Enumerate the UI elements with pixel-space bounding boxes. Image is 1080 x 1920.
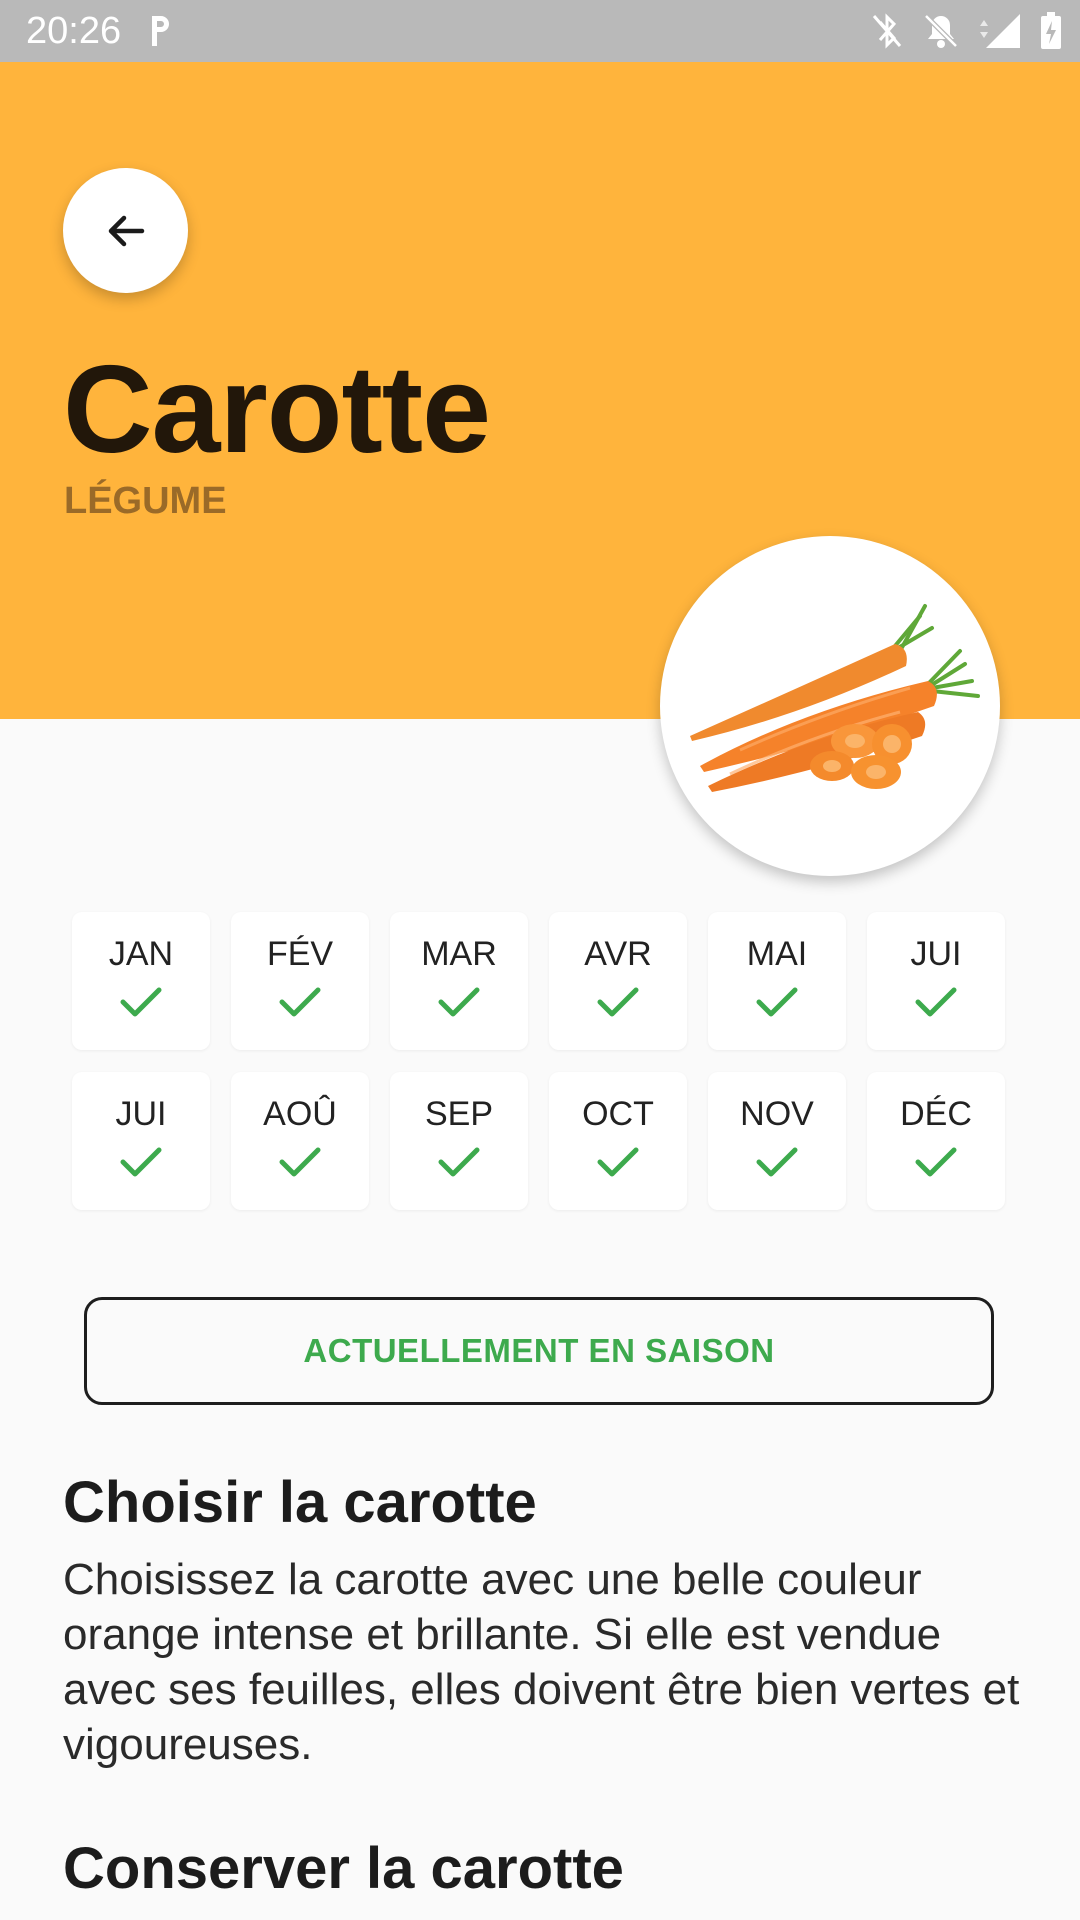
parking-app-icon [152,16,169,46]
checkmark-icon [597,1147,639,1177]
month-label: NOV [740,1095,814,1133]
status-icons [870,10,1062,52]
season-calendar: JAN FÉV MAR AVR MAI JUI JUI AOÛ SEP OCT NOV DÉC [72,912,1008,1210]
month-cell[interactable]: FÉV [231,912,369,1050]
month-label: OCT [582,1095,654,1133]
battery-charging-icon [1041,12,1061,49]
month-label: SEP [424,1095,494,1133]
checkmark-icon [756,987,798,1017]
checkmark-icon [915,987,957,1017]
page-title: Carotte [63,341,491,479]
carrot-image [660,536,1000,876]
notifications-off-icon [924,14,958,48]
month-cell[interactable]: AVR [549,912,687,1050]
month-cell[interactable]: DÉC [867,1072,1005,1210]
bluetooth-icon [872,13,902,49]
month-label: MAI [746,935,808,973]
month-label: JUI [115,1095,167,1133]
month-cell[interactable]: JUI [72,1072,210,1210]
month-label: JAN [108,935,174,973]
checkmark-icon [120,1147,162,1177]
month-cell[interactable]: AOÛ [231,1072,369,1210]
signal-4g-icon [980,14,1020,48]
status-bar: 20:26 [0,0,1080,62]
month-cell[interactable]: OCT [549,1072,687,1210]
month-label: DÉC [900,1095,972,1133]
checkmark-icon [279,987,321,1017]
month-cell[interactable]: MAI [708,912,846,1050]
checkmark-icon [120,987,162,1017]
month-cell[interactable]: NOV [708,1072,846,1210]
month-label: AVR [584,935,652,973]
status-time: 20:26 [26,10,122,52]
produce-detail-screen: 20:26 Carotte LÉGUME JAN FÉV MAR AVR MAI… [0,0,1080,1920]
category-label: LÉGUME [64,480,227,522]
choose-section-title: Choisir la carotte [63,1470,537,1535]
month-label: MAR [421,935,497,973]
checkmark-icon [438,987,480,1017]
checkmark-icon [438,1147,480,1177]
month-cell[interactable]: SEP [390,1072,528,1210]
month-cell[interactable]: JUI [867,912,1005,1050]
checkmark-icon [279,1147,321,1177]
choose-section-text: Choisissez la carotte avec une belle cou… [63,1555,1020,1769]
month-label: FÉV [266,935,334,973]
month-cell[interactable]: JAN [72,912,210,1050]
checkmark-icon [597,987,639,1017]
month-label: JUI [910,935,962,973]
month-label: AOÛ [263,1095,337,1133]
store-section-title: Conserver la carotte [63,1836,624,1901]
checkmark-icon [915,1147,957,1177]
back-button[interactable] [63,168,188,293]
month-cell[interactable]: MAR [390,912,528,1050]
season-status-button[interactable]: ACTUELLEMENT EN SAISON [84,1297,994,1405]
checkmark-icon [756,1147,798,1177]
arrow-left-icon [108,215,144,246]
